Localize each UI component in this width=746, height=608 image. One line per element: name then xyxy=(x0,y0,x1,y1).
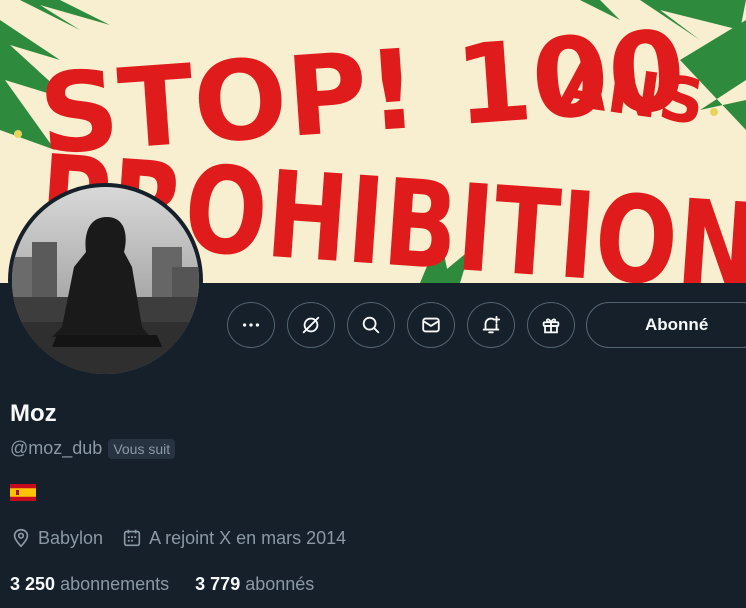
message-button[interactable] xyxy=(407,302,455,348)
message-icon xyxy=(422,317,440,333)
gift-button[interactable] xyxy=(527,302,575,348)
location-item: Babylon xyxy=(10,527,103,549)
location-text: Babylon xyxy=(38,527,104,548)
following-label: abonnements xyxy=(60,574,170,594)
followers-label: abonnés xyxy=(245,574,315,594)
grok-button[interactable] xyxy=(287,302,335,348)
spain-flag-icon xyxy=(10,484,36,501)
user-handle: @moz_dub xyxy=(10,438,103,458)
following-button[interactable]: Abonné xyxy=(586,302,746,348)
bell-plus-icon xyxy=(482,315,501,334)
notify-button[interactable] xyxy=(467,302,515,348)
search-button[interactable] xyxy=(347,302,395,348)
followers-link[interactable]: 3 779 abonnés xyxy=(195,574,314,595)
grok-icon xyxy=(302,316,320,334)
follows-you-badge: Vous suit xyxy=(108,438,176,459)
avatar[interactable] xyxy=(8,183,203,378)
followers-count: 3 779 xyxy=(195,574,241,594)
gift-icon xyxy=(542,318,560,334)
more-button[interactable] xyxy=(227,302,275,348)
location-pin-icon xyxy=(13,528,29,548)
following-count: 3 250 xyxy=(10,574,56,594)
handle-row: @moz_dub Vous suit xyxy=(10,438,176,459)
calendar-icon xyxy=(123,529,141,547)
joined-item: A rejoint X en mars 2014 xyxy=(121,527,346,549)
dot-decoration xyxy=(14,130,22,138)
dot-decoration xyxy=(710,108,718,116)
display-name: Moz xyxy=(10,400,57,427)
follow-stats: 3 250 abonnements 3 779 abonnés xyxy=(10,574,340,595)
profile-meta: Babylon A rejoint X en mars 2014 xyxy=(10,527,364,549)
joined-text: A rejoint X en mars 2014 xyxy=(149,527,347,548)
avatar-image xyxy=(12,187,199,374)
following-link[interactable]: 3 250 abonnements xyxy=(10,574,169,595)
more-icon xyxy=(242,323,260,327)
search-icon xyxy=(362,316,380,334)
